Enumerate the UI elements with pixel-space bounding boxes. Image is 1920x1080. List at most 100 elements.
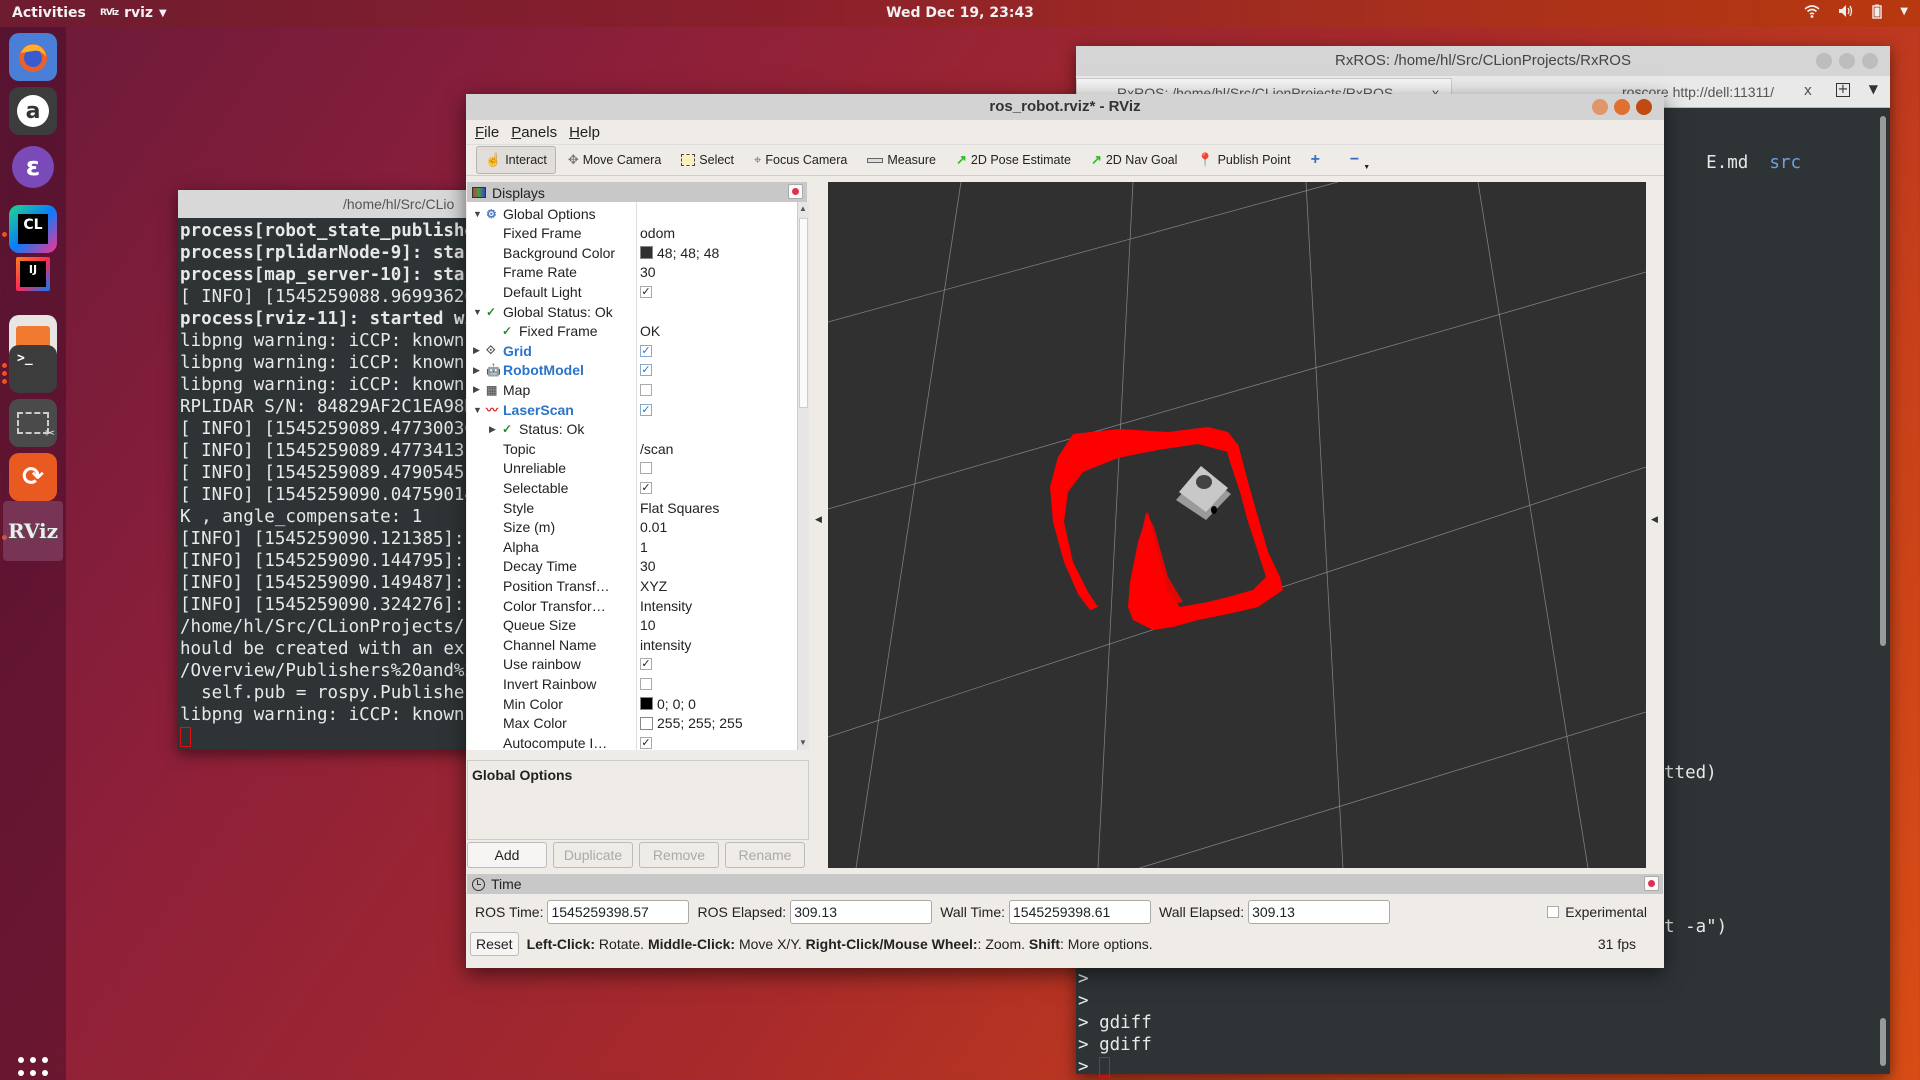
dock-terminal[interactable]: >_ [9,345,57,393]
display-property-row[interactable]: Color Transfor… Intensity [467,596,797,615]
system-tray[interactable]: ▼ [1804,4,1908,23]
property-checkbox[interactable] [640,383,652,396]
wall-elapsed-field[interactable]: 309.13 [1248,900,1391,924]
display-property-row[interactable]: Autocompute I… ✓ [467,733,797,750]
expand-arrow-right-icon[interactable]: ▶ [473,365,480,376]
display-property-row[interactable]: Decay Time 30 [467,557,797,576]
display-property-row[interactable]: Use rainbow ✓ [467,655,797,674]
dock-rviz[interactable]: RViz [3,501,63,561]
property-value[interactable]: 48; 48; 48 [640,245,719,261]
activities-button[interactable]: Activities [12,5,86,21]
property-value[interactable]: 0.01 [640,519,667,535]
scroll-up-icon[interactable]: ▲ [799,204,807,213]
property-value[interactable] [640,383,652,396]
property-value[interactable]: ✓ [640,344,652,357]
property-checkbox[interactable] [640,677,652,690]
display-property-row[interactable]: ▼ ✓ Global Status: Ok [467,302,797,321]
left-dock-collapse-handle[interactable]: ◀ [812,182,826,868]
color-swatch[interactable] [640,697,653,710]
displays-tree[interactable]: ▼ ⚙ Global Options Fixed Frame odom Backgroun… [467,202,797,750]
dock-intellij[interactable]: IJ [16,257,50,291]
property-value[interactable]: intensity [640,637,691,653]
display-property-row[interactable]: Frame Rate 30 [467,263,797,282]
property-value[interactable]: XYZ [640,578,667,594]
display-property-row[interactable]: Selectable ✓ [467,478,797,497]
color-swatch[interactable] [640,716,653,730]
menu-panels[interactable]: Panels [511,124,557,144]
wall-time-field[interactable]: 1545259398.61 [1009,900,1152,924]
property-checkbox[interactable]: ✓ [640,736,652,749]
property-checkbox[interactable]: ✓ [640,344,652,357]
maximize-button[interactable] [1614,99,1630,115]
display-property-row[interactable]: Topic/scan [467,439,797,458]
property-value[interactable]: OK [640,323,660,339]
property-value[interactable]: /scan [640,441,673,457]
displays-scrollbar[interactable]: ▲ ▼ [797,202,809,750]
tool-focus-camera[interactable]: ⌖ Focus Camera [746,146,855,174]
property-value[interactable]: 30 [640,264,656,280]
property-value[interactable]: ✓ [640,403,652,416]
dock-screenshot[interactable]: ✂ [9,399,57,447]
tool-2d-nav-goal[interactable]: ↗ 2D Nav Goal [1083,146,1185,174]
property-value[interactable]: Intensity [640,598,692,614]
menu-file[interactable]: File [475,124,499,144]
property-value[interactable]: ✓ [640,364,652,377]
display-property-row[interactable]: Min Color 0; 0; 0 [467,694,797,713]
close-panel-button[interactable] [788,184,803,199]
display-property-row[interactable]: ▶ 🤖 RobotModel ✓ [467,361,797,380]
property-checkbox[interactable]: ✓ [640,285,652,298]
dock-firefox[interactable] [9,33,57,81]
display-property-row[interactable]: ✓ Fixed Frame OK [467,322,797,341]
app-menu[interactable]: RViz rviz ▼ [100,5,167,21]
display-property-row[interactable]: ▶ ▦ Map [467,380,797,399]
tab-menu-icon[interactable]: ▼ [1869,82,1878,96]
expand-arrow-down-icon[interactable]: ▼ [473,209,482,219]
expand-arrow-down-icon[interactable]: ▼ [473,307,482,317]
rename-display-button[interactable]: Rename [725,842,805,868]
battery-icon[interactable] [1872,4,1882,23]
property-value[interactable]: 0; 0; 0 [640,696,696,712]
property-value[interactable]: 255; 255; 255 [640,715,743,731]
display-property-row[interactable]: ▼ ⚙ Global Options [467,204,797,223]
display-property-row[interactable]: ▶ ✓ Status: Ok [467,420,797,439]
property-value[interactable]: 30 [640,558,656,574]
display-property-row[interactable]: Default Light ✓ [467,282,797,301]
property-checkbox[interactable]: ✓ [640,364,652,377]
tool-select[interactable]: Select [673,146,742,174]
terminal-scrollbar-top[interactable] [1880,116,1886,646]
expand-arrow-down-icon[interactable]: ▼ [473,405,482,415]
remove-display-button[interactable]: Remove [639,842,719,868]
property-value[interactable]: ✓ [640,481,652,494]
display-property-row[interactable]: ▼ 〰 LaserScan ✓ [467,400,797,419]
clock[interactable]: Wed Dec 19, 23:43 [886,5,1034,21]
duplicate-display-button[interactable]: Duplicate [553,842,633,868]
expand-arrow-right-icon[interactable]: ▶ [473,345,480,356]
close-tab-icon[interactable]: x [1804,83,1812,99]
property-checkbox[interactable]: ✓ [640,658,652,671]
display-property-row[interactable]: Style Flat Squares [467,498,797,517]
ros-elapsed-field[interactable]: 309.13 [790,900,933,924]
display-property-row[interactable]: Max Color 255; 255; 255 [467,714,797,733]
property-checkbox[interactable]: ✓ [640,403,652,416]
display-property-row[interactable]: Channel Name intensity [467,635,797,654]
expand-arrow-right-icon[interactable]: ▶ [473,384,480,395]
property-value[interactable]: 10 [640,617,656,633]
property-value[interactable]: odom [640,225,675,241]
close-panel-button[interactable] [1644,876,1659,891]
scroll-thumb[interactable] [799,218,808,408]
add-tool-button[interactable]: + [1303,146,1328,174]
display-property-row[interactable]: Fixed Frame odom [467,224,797,243]
tool-publish-point[interactable]: 📍 Publish Point [1189,146,1298,174]
tool-2d-pose-estimate[interactable]: ↗ 2D Pose Estimate [948,146,1079,174]
tool-measure[interactable]: Measure [859,146,944,174]
scroll-down-icon[interactable]: ▼ [799,738,807,747]
remove-tool-button[interactable]: − ▼ [1342,146,1378,174]
system-menu-arrow-icon[interactable]: ▼ [1900,4,1908,23]
terminal-window-roslaunch[interactable]: /home/hl/Src/CLio process[robot_state_pu… [178,190,478,750]
3d-render-view[interactable] [828,182,1646,868]
tool-move-camera[interactable]: ✥ Move Camera [560,146,669,174]
display-property-row[interactable]: Position Transf… XYZ [467,576,797,595]
right-dock-collapse-handle[interactable]: ◀ [1648,182,1662,868]
volume-icon[interactable] [1838,4,1854,23]
color-swatch[interactable] [640,246,653,260]
